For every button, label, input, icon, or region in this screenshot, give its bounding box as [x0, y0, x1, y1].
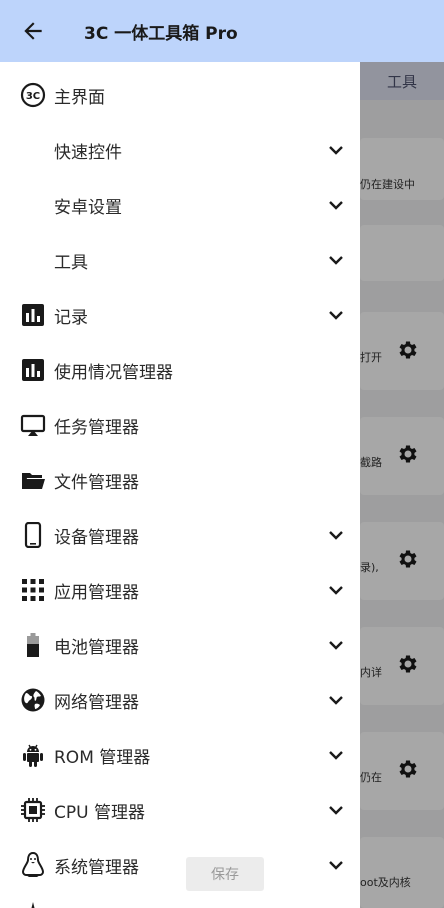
drawer-item-battery-manager[interactable]: 电池管理器	[0, 617, 360, 672]
battery-icon	[27, 633, 39, 657]
chart-icon	[22, 304, 44, 326]
app-bar: 3C 一体工具箱 Pro	[0, 0, 444, 62]
folder-open-icon	[22, 473, 45, 489]
drawer-item-tools[interactable]: 工具	[0, 232, 360, 287]
chart-icon	[22, 359, 44, 381]
drawer-item-label: 安卓设置	[54, 198, 122, 218]
drawer-item-label: CPU 管理器	[54, 803, 145, 823]
drawer-item-label: 设备管理器	[54, 528, 139, 548]
drawer-item-label: 主界面	[54, 88, 105, 108]
grid-icon	[22, 579, 44, 601]
drawer-item-label: 应用管理器	[54, 583, 139, 603]
drawer-item-label: ROM 管理器	[54, 748, 151, 768]
next-item-icon	[31, 902, 35, 908]
drawer-item-label: 工具	[54, 253, 88, 273]
drawer-item-quick-controls[interactable]: 快速控件	[0, 122, 360, 177]
penguin-icon	[21, 852, 45, 877]
chevron-down-icon[interactable]	[326, 195, 346, 215]
drawer-item-label: 网络管理器	[54, 693, 139, 713]
drawer-item-task-manager[interactable]: 任务管理器	[0, 397, 360, 452]
android-icon	[23, 744, 43, 767]
chevron-down-icon[interactable]	[326, 140, 346, 160]
chevron-down-icon[interactable]	[326, 580, 346, 600]
drawer-item-device-manager[interactable]: 设备管理器	[0, 507, 360, 562]
chevron-down-icon[interactable]	[326, 250, 346, 270]
drawer-item-cpu-manager[interactable]: CPU 管理器	[0, 782, 360, 837]
drawer-item-app-manager[interactable]: 应用管理器	[0, 562, 360, 617]
drawer-item-label: 系统管理器	[54, 858, 139, 878]
drawer-item-file-manager[interactable]: 文件管理器	[0, 452, 360, 507]
globe-icon	[21, 688, 45, 712]
drawer-item-home[interactable]: 3C 主界面	[0, 67, 360, 122]
drawer-item-rom-manager[interactable]: ROM 管理器	[0, 727, 360, 782]
save-button[interactable]: 保存	[186, 857, 264, 891]
phone-icon	[24, 522, 42, 548]
chevron-down-icon[interactable]	[326, 525, 346, 545]
drawer-item-label: 快速控件	[54, 143, 122, 163]
chevron-down-icon[interactable]	[326, 745, 346, 765]
app-title: 3C 一体工具箱 Pro	[84, 24, 238, 44]
3c-logo-icon: 3C	[20, 82, 46, 108]
drawer-item-network-manager[interactable]: 网络管理器	[0, 672, 360, 727]
chevron-down-icon[interactable]	[326, 635, 346, 655]
drawer-item-label: 记录	[54, 308, 88, 328]
chevron-down-icon[interactable]	[326, 690, 346, 710]
drawer-item-usage-manager[interactable]: 使用情况管理器	[0, 342, 360, 397]
drawer-item-label: 使用情况管理器	[54, 363, 173, 383]
drawer-item-label: 任务管理器	[54, 418, 139, 438]
drawer-item-label: 文件管理器	[54, 473, 139, 493]
back-arrow-icon[interactable]	[20, 18, 46, 44]
drawer-item-label: 电池管理器	[54, 638, 139, 658]
chip-icon	[21, 798, 45, 822]
cast-icon	[20, 414, 46, 436]
drawer-item-android-settings[interactable]: 安卓设置	[0, 177, 360, 232]
chevron-down-icon[interactable]	[326, 855, 346, 875]
svg-text:3C: 3C	[26, 91, 40, 102]
navigation-drawer: 3C 主界面 快速控件 安卓设置 工具 记录 使用情况管理器 任务管理器 文件管…	[0, 62, 360, 908]
drawer-item-system-manager[interactable]: 系统管理器	[0, 837, 360, 892]
chevron-down-icon[interactable]	[326, 800, 346, 820]
chevron-down-icon[interactable]	[326, 305, 346, 325]
drawer-item-logs[interactable]: 记录	[0, 287, 360, 342]
